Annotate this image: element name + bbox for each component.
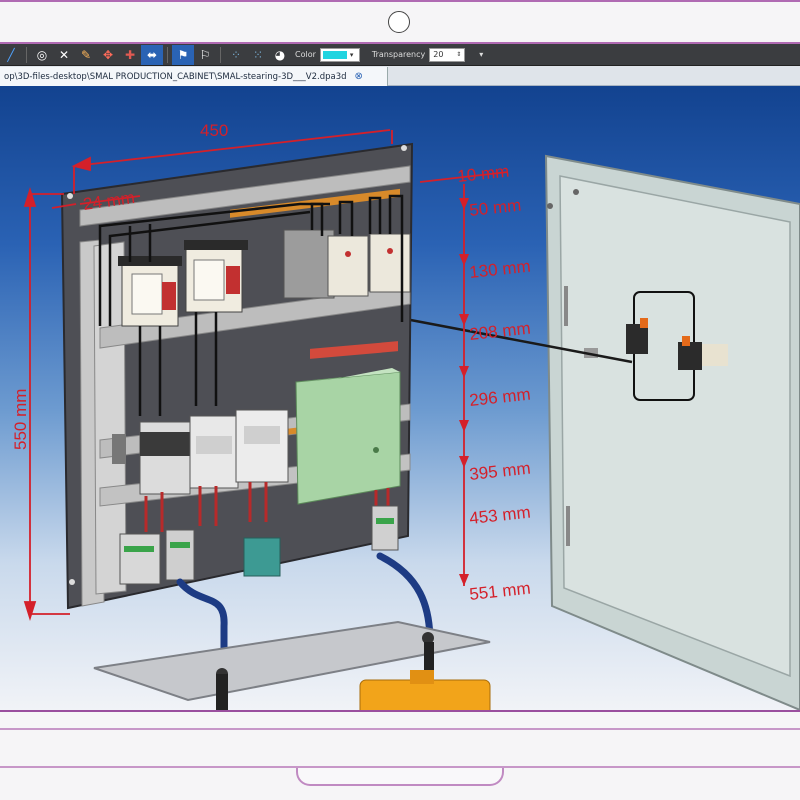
- left-offset-label: 24 mm: [82, 188, 136, 214]
- document-tab[interactable]: op\3D-files-desktop\SMAL PRODUCTION_CABI…: [0, 67, 388, 86]
- laptop-frame: ╱ ◎ ✕ ✎ ✥ ✚ ⬌ ⚑ ⚐ ⁘ ⁙ ◕ Color ▾ Transpar…: [0, 0, 800, 800]
- visibility-icon[interactable]: ◕: [269, 45, 291, 65]
- more-chevron-icon[interactable]: ▾: [479, 50, 483, 59]
- level-label: 453 mm: [468, 503, 531, 528]
- cross-icon[interactable]: ✕: [53, 45, 75, 65]
- level-label: 296 mm: [468, 385, 531, 410]
- level-label: 551 mm: [468, 579, 531, 604]
- flag-down-icon[interactable]: ⚐: [194, 45, 216, 65]
- webcam-icon: [388, 11, 410, 33]
- transparency-value: 20: [433, 50, 444, 59]
- document-path: op\3D-files-desktop\SMAL PRODUCTION_CABI…: [4, 71, 347, 82]
- 3d-viewport[interactable]: 450 24 mm 10 mm 550 mm 50 mm 130 mm 208 …: [0, 86, 800, 710]
- toolbar-separator: [167, 46, 168, 63]
- connect-icon[interactable]: ⬌: [141, 44, 163, 65]
- line-tool-icon[interactable]: ╱: [0, 45, 22, 65]
- application-screen: ╱ ◎ ✕ ✎ ✥ ✚ ⬌ ⚑ ⚐ ⁘ ⁙ ◕ Color ▾ Transpar…: [0, 44, 800, 710]
- toolbar: ╱ ◎ ✕ ✎ ✥ ✚ ⬌ ⚑ ⚐ ⁘ ⁙ ◕ Color ▾ Transpar…: [0, 44, 800, 66]
- level-label: 395 mm: [468, 459, 531, 484]
- toolbar-separator: [220, 46, 221, 63]
- bezel-top-edge: [0, 0, 800, 2]
- transparency-spinner[interactable]: 20 ⇕: [429, 47, 466, 62]
- top-offset-label: 10 mm: [456, 162, 510, 186]
- dots-icon[interactable]: ⁘: [225, 45, 247, 65]
- transparency-label: Transparency: [371, 50, 426, 59]
- color-picker[interactable]: ▾: [319, 47, 360, 62]
- close-icon[interactable]: ⊗: [355, 71, 363, 82]
- document-tabbar: op\3D-files-desktop\SMAL PRODUCTION_CABI…: [0, 66, 800, 86]
- flag-icon[interactable]: ⚑: [172, 44, 194, 65]
- laptop-base-line: [0, 728, 800, 730]
- chevron-down-icon: ▾: [349, 50, 354, 59]
- paint-icon[interactable]: ✚: [119, 45, 141, 65]
- level-label: 208 mm: [468, 319, 531, 344]
- pen-icon[interactable]: ✎: [75, 45, 97, 65]
- level-label: 130 mm: [468, 257, 531, 282]
- color-label: Color: [295, 50, 316, 59]
- move-icon[interactable]: ✥: [97, 45, 119, 65]
- dimension-labels: 450 24 mm 10 mm 550 mm 50 mm 130 mm 208 …: [11, 121, 532, 604]
- screen-bottom-edge: [0, 710, 800, 712]
- level-label: 50 mm: [468, 196, 522, 220]
- color-swatch: [322, 50, 347, 59]
- width-label: 450: [200, 121, 228, 140]
- grid-icon[interactable]: ⁙: [247, 45, 269, 65]
- laptop-notch: [296, 768, 504, 786]
- target-icon[interactable]: ◎: [31, 45, 53, 65]
- toolbar-separator: [26, 46, 27, 63]
- spinner-arrows-icon: ⇕: [456, 51, 462, 58]
- height-label: 550 mm: [11, 389, 30, 450]
